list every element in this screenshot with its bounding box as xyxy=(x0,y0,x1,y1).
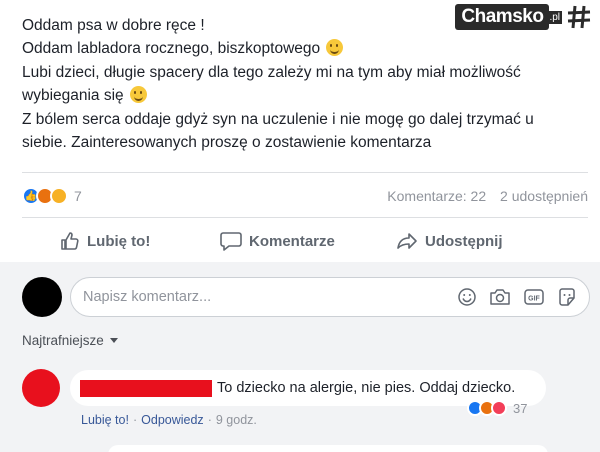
composer-icons: GIF xyxy=(445,287,577,307)
post-line-6: siebie. Zainteresowanych proszę o zostaw… xyxy=(22,134,432,152)
share-button-label: Udostępnij xyxy=(425,232,503,250)
chevron-down-icon xyxy=(109,338,118,343)
comment-sort-dropdown[interactable]: Najtrafniejsze xyxy=(22,333,118,348)
reactions-count[interactable]: 7 xyxy=(74,188,82,204)
post-line-3: Lubi dzieci, długie spacery dla tego zal… xyxy=(22,63,521,81)
separator-dot: · xyxy=(207,413,212,427)
comment-meta: Lubię to! · Odpowiedz · 9 godz. xyxy=(81,413,257,427)
camera-icon[interactable] xyxy=(489,287,511,307)
smiley-icon xyxy=(326,39,344,57)
comment-button[interactable]: Komentarze xyxy=(220,231,335,251)
svg-text:GIF: GIF xyxy=(528,296,540,303)
divider xyxy=(22,172,588,173)
comment-like-link[interactable]: Lubię to! xyxy=(81,413,129,427)
sticker-icon[interactable] xyxy=(557,287,577,307)
share-button[interactable]: Udostępnij xyxy=(396,231,503,251)
comment-timestamp[interactable]: 9 godz. xyxy=(216,413,257,427)
reaction-icons[interactable]: 👍 xyxy=(22,187,68,205)
chamsko-watermark: Chamsko .pl xyxy=(455,4,592,30)
comment-reactions-count: 37 xyxy=(513,400,528,416)
commenter-avatar[interactable] xyxy=(22,369,60,407)
comment-text: To dziecko na alergie, nie pies. Oddaj d… xyxy=(217,380,516,396)
comment-composer[interactable]: GIF xyxy=(70,277,590,317)
smiley-icon xyxy=(130,86,147,104)
comments-count-link[interactable]: Komentarze: 22 xyxy=(387,188,486,204)
separator-dot: · xyxy=(132,413,138,427)
comments-section: GIF Najtrafniejsze To dziecko na alergie… xyxy=(0,262,600,452)
post-line-5: Z bólem serca oddaje gdyż syn na uczulen… xyxy=(22,110,534,128)
comment-input[interactable] xyxy=(83,289,433,305)
reactions-summary[interactable]: 👍 7 Komentarze: 22 2 udostępnień xyxy=(22,186,588,206)
like-button[interactable]: Lubię to! xyxy=(60,231,150,251)
post-line-2: Oddam labladora rocznego, biszkoptowego xyxy=(22,37,582,60)
watermark-tld: .pl xyxy=(547,10,562,24)
post-card: Oddam psa w dobre ręce ! Oddam labladora… xyxy=(0,0,600,262)
post-text: Oddam psa w dobre ręce ! Oddam labladora… xyxy=(22,14,582,154)
comment-reactions[interactable]: 37 xyxy=(467,400,527,416)
sort-label-text: Najtrafniejsze xyxy=(22,333,104,348)
like-button-label: Lubię to! xyxy=(87,232,151,250)
emoji-icon[interactable] xyxy=(457,287,477,307)
love-icon xyxy=(491,400,507,416)
divider xyxy=(22,217,588,218)
watermark-brand: Chamsko xyxy=(455,4,550,30)
comment-reply-link[interactable]: Odpowiedz xyxy=(141,413,204,427)
post-stats: Komentarze: 22 2 udostępnień xyxy=(387,188,588,204)
watermark-hash-icon xyxy=(567,5,591,29)
sad-icon xyxy=(50,187,68,205)
comment-button-label: Komentarze xyxy=(249,232,335,250)
comment-bubble-icon xyxy=(220,232,242,251)
gif-icon[interactable]: GIF xyxy=(523,287,545,307)
next-comment-peek xyxy=(108,445,548,452)
shares-count-link[interactable]: 2 udostępnień xyxy=(500,188,588,204)
share-arrow-icon xyxy=(397,233,417,249)
post-actions: Lubię to! Komentarze Udostępnij xyxy=(22,226,588,256)
thumbs-up-icon xyxy=(61,232,79,250)
post-line-4: wybiegania się xyxy=(22,84,582,107)
current-user-avatar[interactable] xyxy=(22,277,62,317)
redacted-author-name xyxy=(80,379,212,397)
